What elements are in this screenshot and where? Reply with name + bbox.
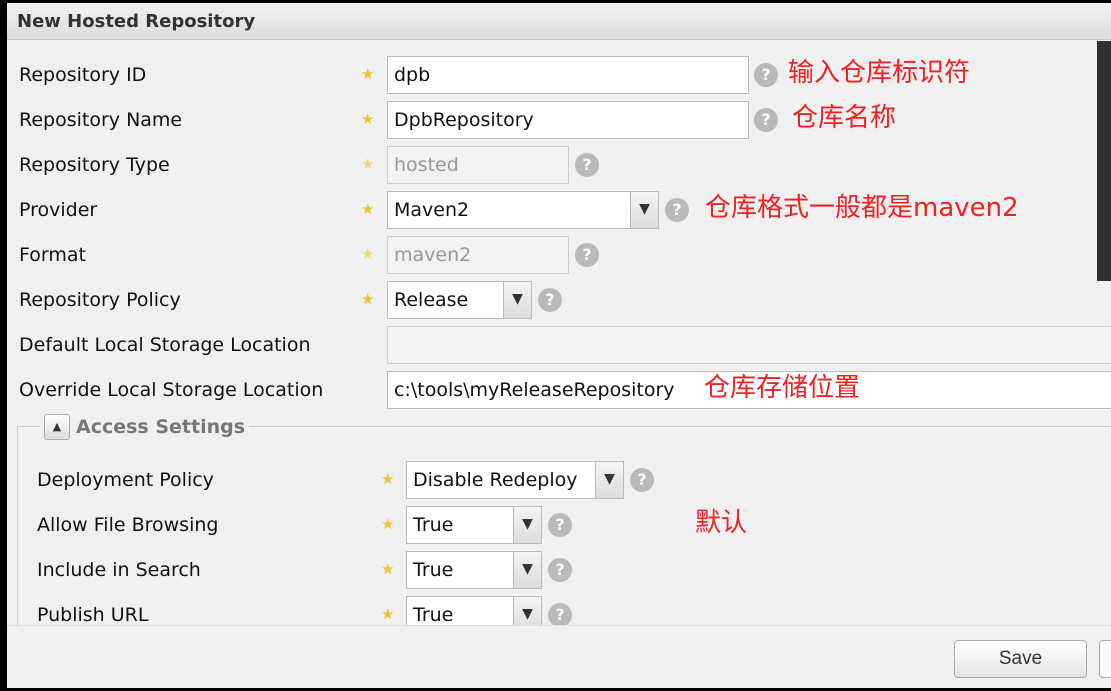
annotation-note: 仓库格式一般都是maven2 — [705, 193, 1019, 223]
required-star-icon: ★ — [381, 515, 395, 533]
fieldset-title: Access Settings — [76, 416, 246, 438]
access-settings-legend: ▲ Access Settings — [40, 414, 250, 440]
help-icon[interactable]: ? — [548, 558, 572, 582]
field-format: Format ★ maven2 ? — [7, 236, 1111, 276]
chevron-down-icon[interactable]: ▼ — [630, 192, 658, 228]
required-star-icon: ★ — [381, 560, 395, 578]
required-star-icon: ★ — [361, 65, 375, 83]
selected-value: Maven2 — [394, 199, 470, 221]
field-label: Repository ID — [19, 64, 147, 86]
field-label: Publish URL — [37, 604, 149, 625]
new-hosted-repository-panel: New Hosted Repository Repository ID ★ dp… — [7, 3, 1111, 688]
field-override-storage: Override Local Storage Location c:\tools… — [7, 371, 1111, 411]
field-repository-name: Repository Name ★ DpbRepository ? 仓库名称 — [7, 101, 1111, 141]
cancel-button[interactable] — [1099, 640, 1111, 678]
help-icon[interactable]: ? — [538, 288, 562, 312]
annotation-note: 仓库名称 — [792, 103, 897, 133]
format-input: maven2 — [387, 236, 569, 274]
selected-value: True — [413, 604, 454, 625]
help-icon[interactable]: ? — [575, 243, 599, 267]
field-label: Repository Policy — [19, 289, 181, 311]
selected-value: Release — [394, 289, 469, 311]
provider-select[interactable]: Maven2 ▼ — [387, 191, 659, 229]
field-default-storage: Default Local Storage Location — [7, 326, 1111, 366]
include-in-search-select[interactable]: True ▼ — [406, 551, 542, 589]
field-label: Allow File Browsing — [37, 514, 219, 536]
collapse-icon[interactable]: ▲ — [44, 414, 70, 440]
chevron-down-icon[interactable]: ▼ — [595, 462, 623, 498]
default-storage-input — [387, 326, 1111, 364]
field-deployment-policy: Deployment Policy ★ Disable Redeploy ▼ ? — [7, 461, 1111, 501]
chevron-down-icon[interactable]: ▼ — [513, 507, 541, 543]
help-icon[interactable]: ? — [548, 513, 572, 537]
repository-type-input: hosted — [387, 146, 569, 184]
chevron-down-icon[interactable]: ▼ — [503, 282, 531, 318]
annotation-note: 默认 — [695, 508, 748, 538]
field-provider: Provider ★ Maven2 ▼ ? 仓库格式一般都是maven2 — [7, 191, 1111, 231]
required-star-icon: ★ — [361, 290, 375, 308]
selected-value: Disable Redeploy — [413, 469, 578, 491]
required-star-icon: ★ — [361, 110, 375, 128]
field-publish-url: Publish URL ★ True ▼ ? — [7, 596, 1111, 625]
field-label: Repository Type — [19, 154, 170, 176]
allow-file-browsing-select[interactable]: True ▼ — [406, 506, 542, 544]
selected-value: True — [413, 559, 454, 581]
deployment-policy-select[interactable]: Disable Redeploy ▼ — [406, 461, 624, 499]
button-bar: Save — [7, 625, 1111, 688]
annotation-note: 输入仓库标识符 — [788, 58, 971, 88]
required-star-icon: ★ — [361, 155, 375, 173]
help-icon[interactable]: ? — [548, 603, 572, 625]
help-icon[interactable]: ? — [665, 198, 689, 222]
help-icon[interactable]: ? — [754, 63, 778, 87]
selected-value: True — [413, 514, 454, 536]
chevron-down-icon[interactable]: ▼ — [513, 597, 541, 625]
field-label: Default Local Storage Location — [19, 334, 311, 356]
field-label: Format — [19, 244, 86, 266]
repository-policy-select[interactable]: Release ▼ — [387, 281, 532, 319]
field-label: Deployment Policy — [37, 469, 214, 491]
annotation-note: 仓库存储位置 — [704, 373, 861, 403]
field-repository-type: Repository Type ★ hosted ? — [7, 146, 1111, 186]
help-icon[interactable]: ? — [754, 108, 778, 132]
help-icon[interactable]: ? — [575, 153, 599, 177]
field-repository-policy: Repository Policy ★ Release ▼ ? — [7, 281, 1111, 321]
repository-id-input[interactable]: dpb — [387, 56, 749, 94]
field-repository-id: Repository ID ★ dpb ? 输入仓库标识符 — [7, 56, 1111, 96]
publish-url-select[interactable]: True ▼ — [406, 596, 542, 625]
required-star-icon: ★ — [361, 245, 375, 263]
required-star-icon: ★ — [381, 605, 395, 623]
field-label: Include in Search — [37, 559, 201, 581]
repository-name-input[interactable]: DpbRepository — [387, 101, 749, 139]
field-label: Provider — [19, 199, 98, 221]
field-label: Repository Name — [19, 109, 183, 131]
save-button[interactable]: Save — [954, 640, 1087, 678]
field-include-in-search: Include in Search ★ True ▼ ? — [7, 551, 1111, 591]
help-icon[interactable]: ? — [630, 468, 654, 492]
form-content: Repository ID ★ dpb ? 输入仓库标识符 Repository… — [7, 41, 1111, 625]
field-label: Override Local Storage Location — [19, 379, 324, 401]
required-star-icon: ★ — [381, 470, 395, 488]
chevron-down-icon[interactable]: ▼ — [513, 552, 541, 588]
panel-title: New Hosted Repository — [7, 3, 1111, 40]
field-allow-file-browsing: Allow File Browsing ★ True ▼ ? 默认 — [7, 506, 1111, 546]
required-star-icon: ★ — [361, 200, 375, 218]
